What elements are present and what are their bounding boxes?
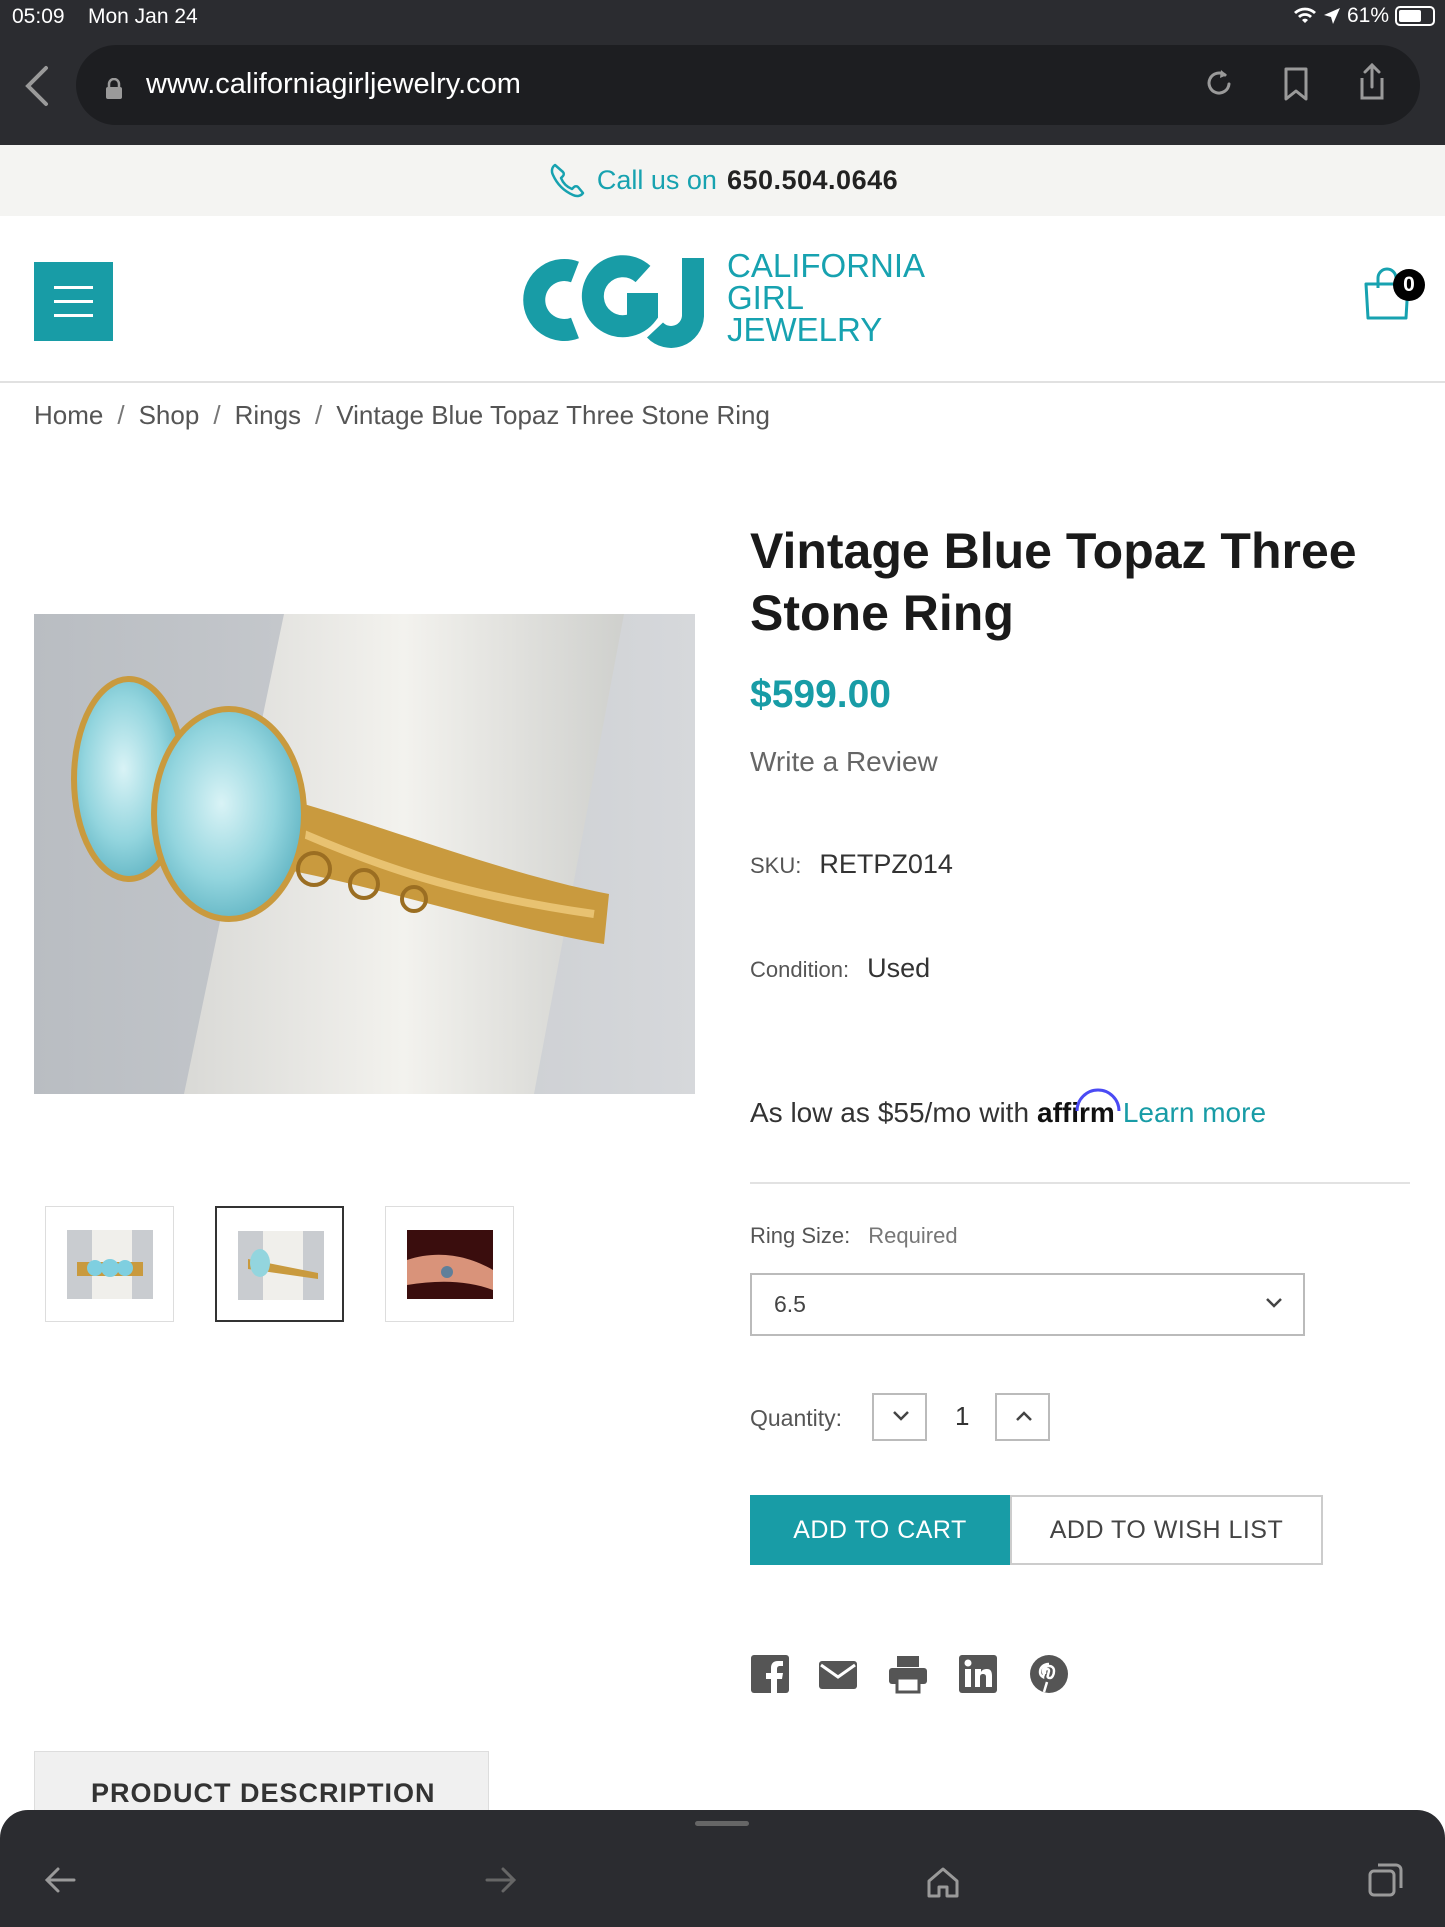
chevron-down-icon [1266,1298,1282,1308]
home-icon[interactable] [926,1866,960,1898]
browser-chrome: 05:09 Mon Jan 24 61% www.californiagirlj… [0,0,1445,145]
reload-icon[interactable] [1203,66,1235,100]
breadcrumb-separator: / [315,400,323,430]
battery-icon [1395,6,1435,26]
cart-count-badge[interactable]: 0 [1393,269,1425,301]
product-main-image[interactable] [34,614,695,1094]
phone-icon [550,163,585,197]
pinterest-icon[interactable] [1029,1654,1069,1694]
call-strip: Call us on 650.504.0646 [0,145,1445,216]
product-thumbnail[interactable] [45,1206,174,1322]
ring-size-select[interactable]: 6.5 [750,1273,1305,1336]
breadcrumb-separator: / [117,400,125,430]
browser-bottom-toolbar [0,1810,1445,1927]
chevron-up-icon [1016,1411,1032,1421]
breadcrumb-rings[interactable]: Rings [235,400,301,431]
condition-label: Condition: [750,957,850,982]
product-price: $599.00 [750,673,891,716]
add-to-cart-button[interactable]: ADD TO CART [750,1495,1010,1565]
product-title: Vintage Blue Topaz Three Stone Ring [750,523,1357,641]
divider [750,1182,1410,1184]
breadcrumb-home[interactable]: Home [34,400,103,431]
email-icon[interactable] [818,1654,858,1694]
ring-size-label: Ring Size: [750,1223,851,1248]
breadcrumb-shop[interactable]: Shop [139,400,200,431]
condition-row: Condition: Used [750,953,930,984]
tabs-icon[interactable] [1368,1862,1404,1898]
logo-line-california: CALIFORNIA [727,247,926,284]
ring-size-required: Required [868,1223,958,1248]
logo-mark[interactable] [515,250,715,350]
linkedin-icon[interactable] [958,1654,998,1694]
battery-percent: 61% [1346,4,1389,27]
logo-line-jewelry: JEWELRY [727,311,883,348]
wifi-icon [1293,7,1316,23]
ring-size-row: Ring Size: Required [750,1223,958,1249]
bookmark-icon[interactable] [1282,66,1310,102]
facebook-icon[interactable] [750,1654,790,1694]
status-time: 05:09 [12,5,65,28]
lock-icon [106,78,122,99]
breadcrumb-current: Vintage Blue Topaz Three Stone Ring [336,400,770,430]
print-icon[interactable] [888,1654,928,1694]
back-icon[interactable] [22,64,52,108]
forward-arrow-icon[interactable] [485,1866,517,1894]
logo-wordmark[interactable]: CALIFORNIA GIRL JEWELRY [727,247,926,348]
breadcrumb-separator: / [213,400,221,430]
quantity-increase-button[interactable] [995,1393,1050,1441]
affirm-with: with [979,1097,1030,1128]
url-text[interactable]: www.californiagirljewelry.com [146,68,521,101]
site-header: CALIFORNIA GIRL JEWELRY 0 [0,216,1445,383]
chevron-down-icon [893,1411,909,1421]
tab-product-description-label: PRODUCT DESCRIPTION [91,1778,436,1808]
condition-value: Used [867,953,931,983]
quantity-value[interactable]: 1 [955,1401,969,1432]
sku-label: SKU: [750,853,802,878]
sku-row: SKU: RETPZ014 [750,849,953,880]
menu-button[interactable] [34,262,113,341]
affirm-logo: affirm [1037,1088,1121,1129]
drag-handle[interactable] [695,1821,749,1826]
affirm-financing: As low as $55/mo with affirm Learn more [750,1088,1266,1129]
sku-value: RETPZ014 [819,849,953,879]
affirm-learn-more-link[interactable]: Learn more [1123,1097,1266,1129]
ring-size-value: 6.5 [774,1291,806,1317]
share-icon[interactable] [1356,62,1388,102]
logo-line-girl: GIRL [727,279,805,316]
phone-number[interactable]: 650.504.0646 [727,165,898,196]
status-indicators: 61% [1293,4,1435,28]
write-review-link[interactable]: Write a Review [750,746,938,778]
quantity-label: Quantity: [750,1405,843,1431]
back-arrow-icon[interactable] [44,1866,76,1894]
product-thumbnail[interactable] [385,1206,514,1322]
affirm-amount: $55/mo [877,1097,972,1128]
quantity-decrease-button[interactable] [872,1393,927,1441]
call-label: Call us on [596,165,717,195]
status-date: Mon Jan 24 [88,5,198,28]
location-icon [1323,8,1340,24]
affirm-prefix: As low as [750,1097,870,1128]
breadcrumb: Home / Shop / Rings / Vintage Blue Topaz… [34,400,770,431]
product-thumbnail-selected[interactable] [215,1206,344,1322]
tab-product-description[interactable]: PRODUCT DESCRIPTION [34,1751,489,1811]
add-to-wishlist-button[interactable]: ADD TO WISH LIST [1010,1495,1323,1565]
